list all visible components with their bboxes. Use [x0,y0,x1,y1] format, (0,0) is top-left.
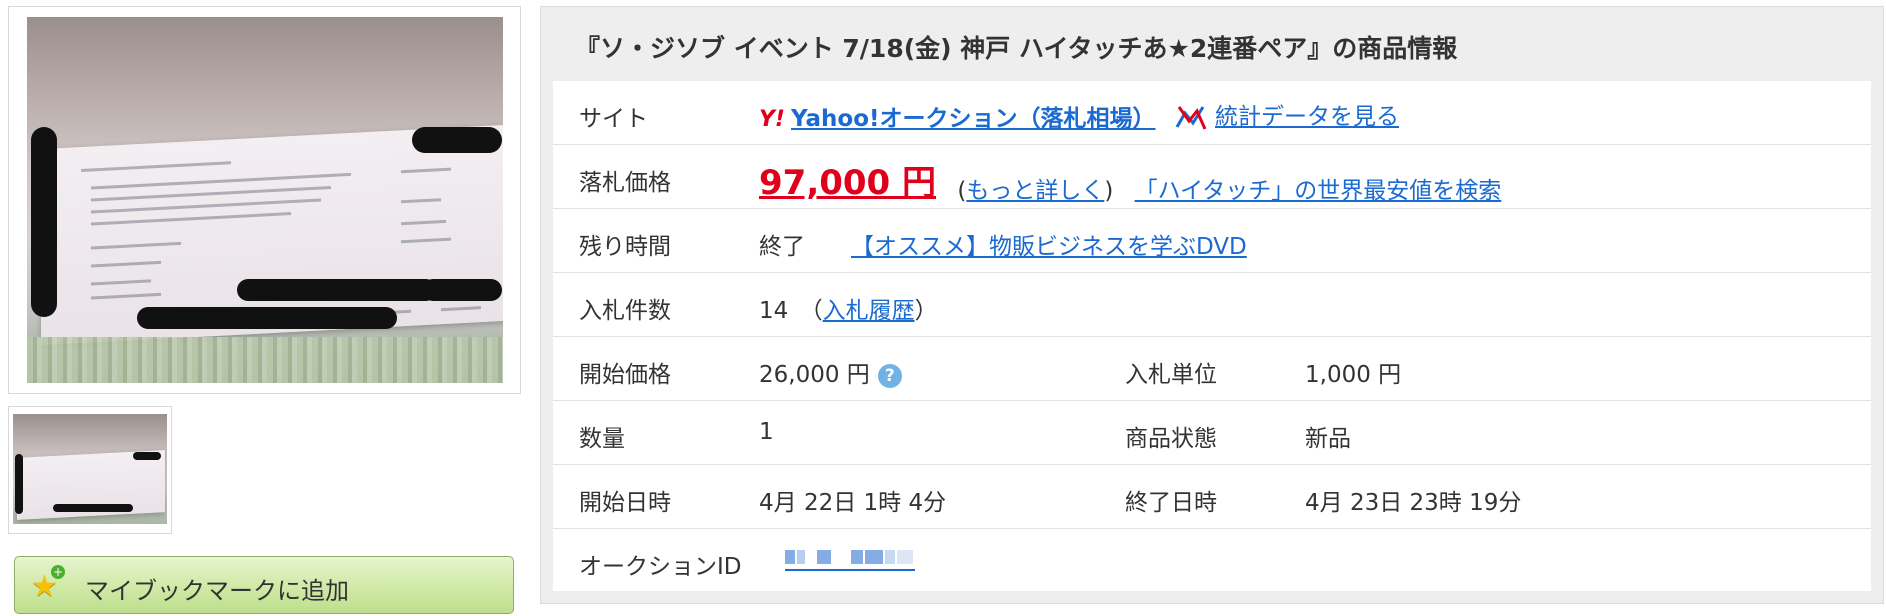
end-time-label: 終了日時 [1125,490,1217,516]
winning-price-value: 97,000 円 [759,163,937,203]
bid-history-link[interactable]: 入札履歴 [823,298,915,324]
row-site: サイト Y! Yahoo!オークション（落札相場） 統計データを見る [553,81,1871,145]
yahoo-logo-icon: Y! [759,107,785,132]
start-price-label: 開始価格 [579,362,671,388]
row-times: 開始日時 4月 22日 1時 4分 終了日時 4月 23日 23時 19分 [553,465,1871,529]
cheapest-search-link[interactable]: 「ハイタッチ」の世界最安値を検索 [1135,178,1502,204]
site-label: サイト [579,106,648,132]
quantity-label: 数量 [579,426,625,452]
bid-unit-label: 入札単位 [1125,362,1217,388]
start-time-label: 開始日時 [579,490,671,516]
row-winning-price: 落札価格 97,000 円 (もっと詳しく) 「ハイタッチ」の世界最安値を検索 [553,145,1871,209]
remaining-time-label: 残り時間 [579,234,671,260]
bid-count-label: 入札件数 [579,298,671,324]
add-bookmark-label: マイブックマークに追加 [85,577,349,605]
product-info-panel: 『ソ・ジソブ イベント 7/18(金) 神戸 ハイタッチあ★2連番ペア』の商品情… [540,6,1884,604]
row-auction-id: オークションID [553,529,1871,593]
stats-data-link[interactable]: 統計データを見る [1215,104,1399,130]
info-table: サイト Y! Yahoo!オークション（落札相場） 統計データを見る 落札価格 9… [553,81,1871,591]
paren-open: （ [799,298,823,324]
page-title: 『ソ・ジソブ イベント 7/18(金) 神戸 ハイタッチあ★2連番ペア』の商品情… [575,34,1458,63]
auction-id-link[interactable] [785,543,915,571]
remaining-time-value: 終了 [759,234,805,260]
bid-count-group: 14 （入札履歴） [759,291,938,325]
row-start-price: 開始価格 26,000 円? 入札単位 1,000 円 [553,337,1871,401]
condition-label: 商品状態 [1125,426,1217,452]
start-price-group: 26,000 円? [759,355,902,389]
more-details-link[interactable]: もっと詳しく [966,178,1104,204]
stats-chart-icon [1175,105,1207,130]
star-add-icon: ★ + [31,565,65,604]
start-time-value: 4月 22日 1時 4分 [759,490,947,516]
main-product-photo-frame [8,6,521,394]
paren-open: ( [957,178,967,204]
row-quantity: 数量 1 商品状態 新品 [553,401,1871,465]
paren-close: ) [1104,178,1114,204]
add-bookmark-button[interactable]: ★ + マイブックマークに追加 [14,556,514,614]
bid-count-value: 14 [759,298,789,324]
bid-unit-value: 1,000 円 [1305,362,1402,388]
blurred-auction-id [785,543,915,571]
winning-price-label: 落札価格 [579,170,671,196]
paren-close: ） [914,298,938,324]
thumbnail-image[interactable] [13,414,167,524]
thumbnail-frame [8,406,172,534]
row-bid-count: 入札件数 14 （入札履歴） [553,273,1871,337]
end-time-value: 4月 23日 23時 19分 [1305,490,1522,516]
promo-dvd-link-wrap: 【オススメ】物販ビジネスを学ぶDVD [851,227,1247,261]
quantity-value: 1 [759,419,774,445]
condition-value: 新品 [1305,426,1351,452]
start-price-value: 26,000 円 [759,362,870,388]
stats-link-group: 統計データを見る [1175,97,1399,133]
help-icon[interactable]: ? [877,363,902,388]
winning-price-group: 97,000 円 (もっと詳しく) 「ハイタッチ」の世界最安値を検索 [759,159,1501,208]
yahoo-auction-link[interactable]: Yahoo!オークション（落札相場） [791,106,1156,132]
promo-dvd-link[interactable]: 【オススメ】物販ビジネスを学ぶDVD [851,234,1247,260]
site-value: Y! Yahoo!オークション（落札相場） [759,99,1156,133]
row-remaining-time: 残り時間 終了 【オススメ】物販ビジネスを学ぶDVD [553,209,1871,273]
auction-id-label: オークションID [579,554,742,580]
main-product-photo[interactable] [27,17,503,383]
